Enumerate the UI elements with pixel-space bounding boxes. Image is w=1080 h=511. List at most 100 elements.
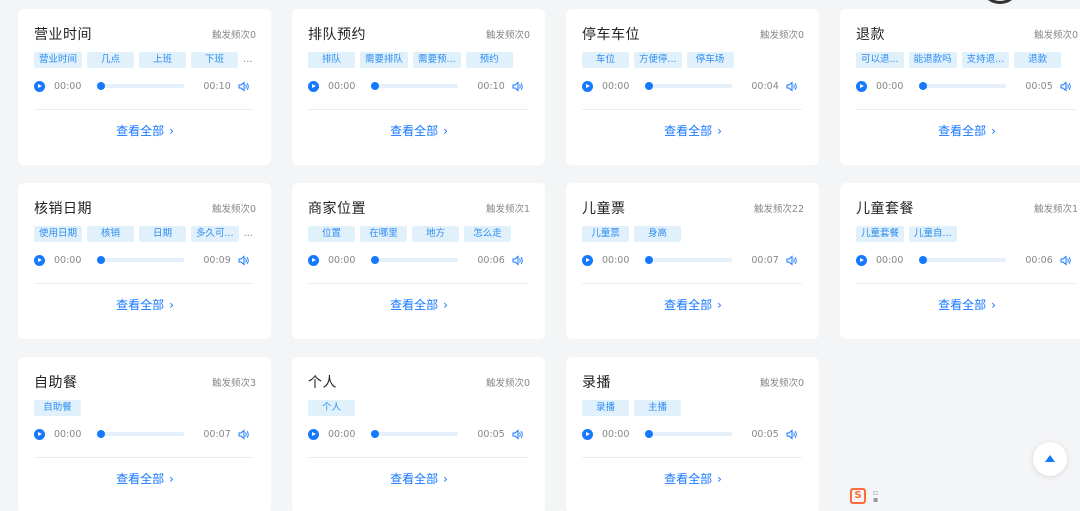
audio-progress-slider[interactable] bbox=[97, 430, 185, 438]
keyword-tag[interactable]: 需要预... bbox=[413, 52, 461, 68]
audio-progress-slider[interactable] bbox=[371, 256, 459, 264]
volume-icon[interactable] bbox=[786, 428, 797, 440]
audio-player: 00:00 00:06 bbox=[856, 253, 1078, 267]
volume-icon[interactable] bbox=[238, 80, 249, 92]
progress-knob[interactable] bbox=[371, 430, 380, 438]
view-all-link[interactable]: 查看全部 › bbox=[582, 122, 804, 139]
keyword-tag[interactable]: 儿童套餐 bbox=[856, 226, 905, 242]
volume-icon[interactable] bbox=[1060, 254, 1071, 266]
audio-progress-slider[interactable] bbox=[919, 256, 1007, 264]
play-icon[interactable] bbox=[308, 428, 319, 440]
audio-progress-slider[interactable] bbox=[97, 256, 185, 264]
volume-icon[interactable] bbox=[238, 428, 249, 440]
keyword-tag[interactable]: 需要排队 bbox=[360, 52, 409, 68]
play-icon[interactable] bbox=[308, 254, 319, 266]
audio-progress-slider[interactable] bbox=[645, 256, 733, 264]
back-to-top-button[interactable] bbox=[1033, 442, 1067, 476]
card-title: 个人 bbox=[308, 375, 337, 391]
play-icon[interactable] bbox=[856, 254, 867, 266]
progress-knob[interactable] bbox=[371, 256, 380, 264]
keyword-tag[interactable]: 使用日期 bbox=[34, 226, 83, 242]
view-all-link[interactable]: 查看全部 › bbox=[856, 296, 1078, 313]
play-icon[interactable] bbox=[34, 254, 45, 266]
keyword-tag[interactable]: 停车场 bbox=[686, 52, 734, 68]
reply-card: 自助餐 触发频次3 自助餐 00:00 00:07 查看全部 › bbox=[18, 357, 271, 511]
keyword-tag[interactable]: 怎么走 bbox=[464, 226, 511, 242]
view-all-link[interactable]: 查看全部 › bbox=[856, 122, 1078, 139]
view-all-link[interactable]: 查看全部 › bbox=[308, 470, 530, 487]
keyword-tag[interactable]: 录播 bbox=[582, 400, 629, 416]
volume-icon[interactable] bbox=[786, 254, 797, 266]
audio-progress-slider[interactable] bbox=[645, 82, 733, 90]
progress-knob[interactable] bbox=[645, 82, 654, 90]
view-all-link[interactable]: 查看全部 › bbox=[582, 470, 804, 487]
view-all-link[interactable]: 查看全部 › bbox=[34, 470, 256, 487]
keyword-tag[interactable]: 下班 bbox=[191, 52, 239, 68]
play-icon[interactable] bbox=[582, 80, 593, 92]
progress-knob[interactable] bbox=[645, 430, 654, 438]
card-divider bbox=[582, 283, 802, 284]
keyword-tag[interactable]: 主播 bbox=[634, 400, 681, 416]
keyword-tag[interactable]: 支持退... bbox=[961, 52, 1010, 68]
keyword-tag[interactable]: 车位 bbox=[582, 52, 629, 68]
audio-progress-slider[interactable] bbox=[645, 430, 733, 438]
keyword-tag[interactable]: 身高 bbox=[634, 226, 681, 242]
keyword-tag[interactable]: 排队 bbox=[308, 52, 355, 68]
play-icon[interactable] bbox=[34, 428, 45, 440]
progress-knob[interactable] bbox=[645, 256, 654, 264]
logo-dots-icon: ▫ ▪ bbox=[873, 488, 879, 504]
card-title: 录播 bbox=[582, 375, 611, 391]
audio-progress-slider[interactable] bbox=[919, 82, 1007, 90]
progress-knob[interactable] bbox=[97, 82, 106, 90]
keyword-tag[interactable]: 上班 bbox=[139, 52, 187, 68]
keyword-tag[interactable]: 退款 bbox=[1014, 52, 1062, 68]
keyword-tag[interactable]: 位置 bbox=[308, 226, 355, 242]
progress-knob[interactable] bbox=[371, 82, 380, 90]
audio-player: 00:00 00:05 bbox=[582, 427, 804, 441]
keyword-tag[interactable]: 营业时间 bbox=[34, 52, 83, 68]
progress-knob[interactable] bbox=[919, 256, 928, 264]
keyword-tag[interactable]: 方便停... bbox=[634, 52, 682, 68]
card-divider bbox=[308, 457, 528, 458]
progress-knob[interactable] bbox=[97, 256, 106, 264]
play-icon[interactable] bbox=[856, 80, 867, 92]
view-all-link[interactable]: 查看全部 › bbox=[34, 122, 256, 139]
view-all-link[interactable]: 查看全部 › bbox=[34, 296, 256, 313]
volume-icon[interactable] bbox=[1060, 80, 1071, 92]
play-icon[interactable] bbox=[308, 80, 319, 92]
keyword-tag-list: 儿童票 身高 bbox=[582, 226, 804, 242]
volume-icon[interactable] bbox=[512, 80, 523, 92]
play-icon[interactable] bbox=[582, 254, 593, 266]
keyword-tag[interactable]: 多久可... bbox=[191, 226, 239, 242]
keyword-tag[interactable]: 地方 bbox=[412, 226, 459, 242]
progress-knob[interactable] bbox=[97, 430, 106, 438]
volume-icon[interactable] bbox=[238, 254, 249, 266]
keyword-tag[interactable]: 预约 bbox=[465, 52, 513, 68]
keyword-tag[interactable]: 能退款吗 bbox=[908, 52, 957, 68]
keyword-tag[interactable]: 个人 bbox=[308, 400, 355, 416]
progress-knob[interactable] bbox=[919, 82, 928, 90]
view-all-link[interactable]: 查看全部 › bbox=[308, 122, 530, 139]
keyword-tag[interactable]: 可以退... bbox=[856, 52, 904, 68]
view-all-link[interactable]: 查看全部 › bbox=[308, 296, 530, 313]
keyword-tag[interactable]: 自助餐 bbox=[34, 400, 81, 416]
play-icon[interactable] bbox=[34, 80, 45, 92]
audio-progress-slider[interactable] bbox=[371, 430, 459, 438]
audio-progress-slider[interactable] bbox=[97, 82, 185, 90]
volume-icon[interactable] bbox=[512, 428, 523, 440]
view-all-link[interactable]: 查看全部 › bbox=[582, 296, 804, 313]
keyword-tag-list: 个人 bbox=[308, 400, 530, 416]
keyword-tag[interactable]: 在哪里 bbox=[360, 226, 407, 242]
keyword-tag[interactable]: 儿童票 bbox=[582, 226, 629, 242]
more-tags-indicator[interactable]: ... bbox=[244, 226, 254, 242]
keyword-tag[interactable]: 核销 bbox=[87, 226, 135, 242]
keyword-tag[interactable]: 儿童自... bbox=[909, 226, 957, 242]
keyword-tag[interactable]: 几点 bbox=[87, 52, 135, 68]
volume-icon[interactable] bbox=[786, 80, 797, 92]
keyword-tag[interactable]: 日期 bbox=[139, 226, 187, 242]
play-icon[interactable] bbox=[582, 428, 593, 440]
volume-icon[interactable] bbox=[512, 254, 523, 266]
reply-card: 退款 触发频次0 可以退... 能退款吗 支持退... 退款 00:00 00:05 … bbox=[840, 9, 1080, 165]
audio-progress-slider[interactable] bbox=[371, 82, 459, 90]
more-tags-indicator[interactable]: ... bbox=[243, 52, 253, 68]
